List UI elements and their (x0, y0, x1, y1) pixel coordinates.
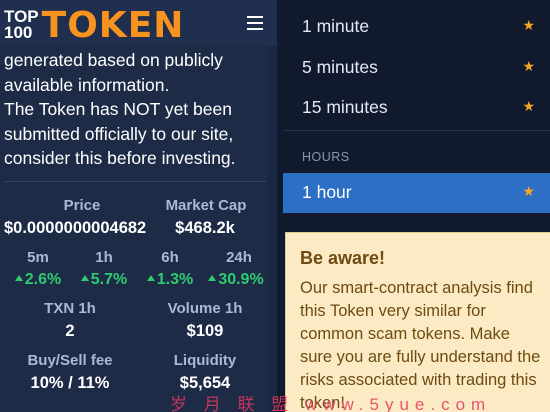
change-5m-label: 5m (27, 249, 49, 266)
change-1h-label: 1h (95, 249, 113, 266)
up-arrow-icon (14, 275, 23, 281)
warning-title: Be aware! (300, 248, 386, 268)
disclaimer-line: consider this before investing. (4, 148, 236, 168)
logo-small-text: TOP 100 (4, 8, 39, 42)
market-cap-label: Market Cap (165, 197, 247, 214)
star-icon[interactable]: ★ (522, 98, 535, 115)
volume-value: $109 (186, 322, 224, 340)
option-label: 1 minute (302, 16, 370, 36)
option-label: 15 minutes (302, 97, 388, 117)
group-divider (283, 130, 550, 131)
disclaimer-text: generated based on publicly available in… (4, 48, 266, 171)
option-label: 5 minutes (302, 57, 378, 77)
volume-label: Volume 1h (167, 300, 243, 317)
up-arrow-icon (146, 275, 155, 281)
txn-label: TXN 1h (44, 300, 96, 317)
timeframe-option-1m[interactable]: 1 minute ★ (283, 7, 550, 47)
hours-group-label: HOURS (302, 150, 350, 164)
up-arrow-icon (208, 275, 217, 281)
liquidity-label: Liquidity (173, 352, 237, 369)
divider (4, 181, 266, 182)
change-5m-value: 2.6% (5, 271, 71, 289)
disclaimer-line: The Token has NOT yet been (4, 99, 232, 119)
token-info-panel: TOP 100 TOKEN generated based on publicl… (0, 0, 277, 412)
watermark: 岁 月 联 盟 www.5yue.com (170, 395, 492, 412)
timeframe-option-1h[interactable]: 1 hour ★ (283, 173, 550, 213)
disclaimer-line: generated based on publicly (4, 50, 223, 70)
header-bar: TOP 100 TOKEN (0, 0, 277, 46)
logo-num-text: 100 (4, 23, 33, 42)
change-24h-value: 30.9% (203, 271, 269, 289)
star-icon[interactable]: ★ (522, 183, 535, 200)
market-cap-value: $468.2k (175, 219, 235, 237)
fee-value: 10% / 11% (30, 374, 110, 392)
scam-warning-box: Be aware! Our smart-contract analysis fi… (285, 232, 550, 412)
change-6h-label: 6h (161, 249, 179, 266)
timeframe-option-15m[interactable]: 15 minutes ★ (283, 88, 550, 128)
fee-label: Buy/Sell fee (27, 352, 113, 369)
star-icon[interactable]: ★ (522, 17, 535, 34)
star-icon[interactable]: ★ (522, 58, 535, 75)
timeframe-option-5m[interactable]: 5 minutes ★ (283, 48, 550, 88)
change-24h-label: 24h (226, 249, 252, 266)
logo-token-text: TOKEN (41, 5, 185, 46)
menu-icon[interactable] (247, 16, 263, 30)
option-label: 1 hour (302, 182, 352, 202)
site-logo[interactable]: TOP 100 TOKEN (4, 2, 184, 44)
scrollbar[interactable] (268, 46, 277, 412)
up-arrow-icon (80, 275, 89, 281)
disclaimer-line: available information. (4, 74, 170, 95)
disclaimer-line: submitted officially to our site, (4, 123, 234, 144)
price-label: Price (63, 197, 101, 214)
change-1h-value: 5.7% (71, 271, 137, 289)
txn-value: 2 (65, 322, 75, 340)
change-6h-value: 1.3% (137, 271, 203, 289)
price-value: $0.0000000004682 (4, 219, 147, 237)
